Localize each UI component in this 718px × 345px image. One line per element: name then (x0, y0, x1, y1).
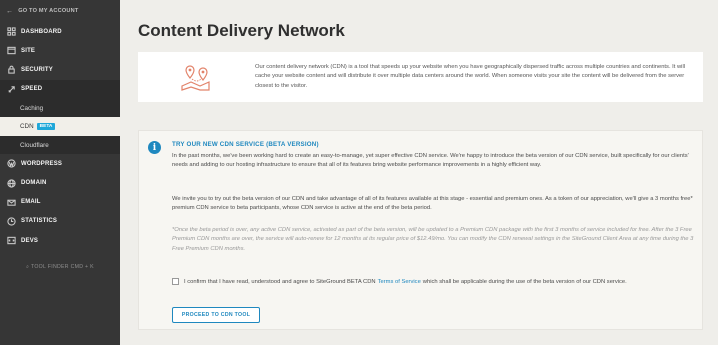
nav-item-domain[interactable]: DOMAIN (0, 173, 120, 192)
wordpress-icon (6, 159, 16, 168)
sidebar: ← GO TO MY ACCOUNT DASHBOARD SITE SECURI… (0, 0, 120, 345)
confirm-text: I confirm that I have read, understood a… (184, 278, 376, 285)
grid-icon (6, 27, 16, 36)
nav-item-email[interactable]: EMAIL (0, 193, 120, 212)
nav-label: WORDPRESS (21, 160, 63, 167)
code-icon (6, 236, 16, 245)
nav-item-dashboard[interactable]: DASHBOARD (0, 22, 120, 41)
terms-of-service-link[interactable]: Terms of Service (378, 279, 421, 285)
beta-card: i TRY OUR NEW CDN SERVICE (BETA VERSION)… (138, 130, 703, 330)
rocket-icon (6, 85, 16, 93)
arrow-left-icon: ← (6, 7, 14, 15)
beta-paragraph-2: We invite you to try out the beta versio… (172, 196, 693, 212)
proceed-to-cdn-button[interactable]: PROCEED TO CDN TOOL (172, 307, 260, 323)
tool-finder[interactable]: ⌕ TOOL FINDER CMD + K (0, 264, 120, 271)
envelope-icon (6, 198, 16, 206)
beta-badge: BETA (36, 123, 56, 130)
sub-item-label: Cloudflare (20, 141, 49, 149)
intro-card: Our content delivery network (CDN) is a … (138, 52, 703, 102)
nav-label: SITE (21, 47, 36, 54)
nav-label: SECURITY (21, 66, 53, 73)
nav-label: DEVS (21, 237, 39, 244)
lock-icon (6, 66, 16, 75)
go-to-account-link[interactable]: ← GO TO MY ACCOUNT (0, 0, 120, 22)
sub-item-caching[interactable]: Caching (0, 98, 120, 118)
tool-finder-label: TOOL FINDER CMD + K (30, 264, 94, 270)
clock-chart-icon (6, 217, 16, 226)
beta-heading: TRY OUR NEW CDN SERVICE (BETA VERSION) (172, 141, 319, 148)
intro-description: Our content delivery network (CDN) is a … (255, 64, 686, 89)
nav-label: DOMAIN (21, 180, 47, 187)
nav-label: EMAIL (21, 199, 41, 206)
window-icon (6, 47, 16, 55)
beta-footnote: *Once the beta period is over, any activ… (172, 227, 694, 252)
sub-item-label: CDN (20, 123, 34, 130)
sub-item-cdn[interactable]: CDN BETA (0, 117, 120, 136)
main-content: Content Delivery Network Our content del… (120, 0, 718, 345)
sub-item-label: Caching (20, 104, 44, 112)
nav-item-wordpress[interactable]: WORDPRESS (0, 154, 120, 173)
nav-item-site[interactable]: SITE (0, 41, 120, 60)
beta-paragraph-1: In the past months, we've been working h… (172, 153, 689, 169)
go-to-account-label: GO TO MY ACCOUNT (18, 8, 79, 14)
nav-item-speed[interactable]: SPEED (0, 79, 120, 99)
page-title: Content Delivery Network (138, 21, 345, 40)
info-icon: i (148, 141, 161, 154)
nav-label: DASHBOARD (21, 28, 62, 35)
nav-label: SPEED (21, 86, 43, 93)
nav-item-devs[interactable]: DEVS (0, 231, 120, 250)
terms-confirm-row: I confirm that I have read, understood a… (172, 278, 627, 285)
terms-checkbox[interactable] (172, 278, 179, 285)
confirm-text-end: which shall be applicable during the use… (422, 278, 627, 285)
globe-icon (6, 178, 16, 188)
sub-item-cloudflare[interactable]: Cloudflare (0, 135, 120, 155)
nav-item-statistics[interactable]: STATISTICS (0, 212, 120, 231)
nav-label: STATISTICS (21, 218, 58, 225)
nav-item-security[interactable]: SECURITY (0, 60, 120, 79)
map-pins-icon (181, 65, 210, 91)
